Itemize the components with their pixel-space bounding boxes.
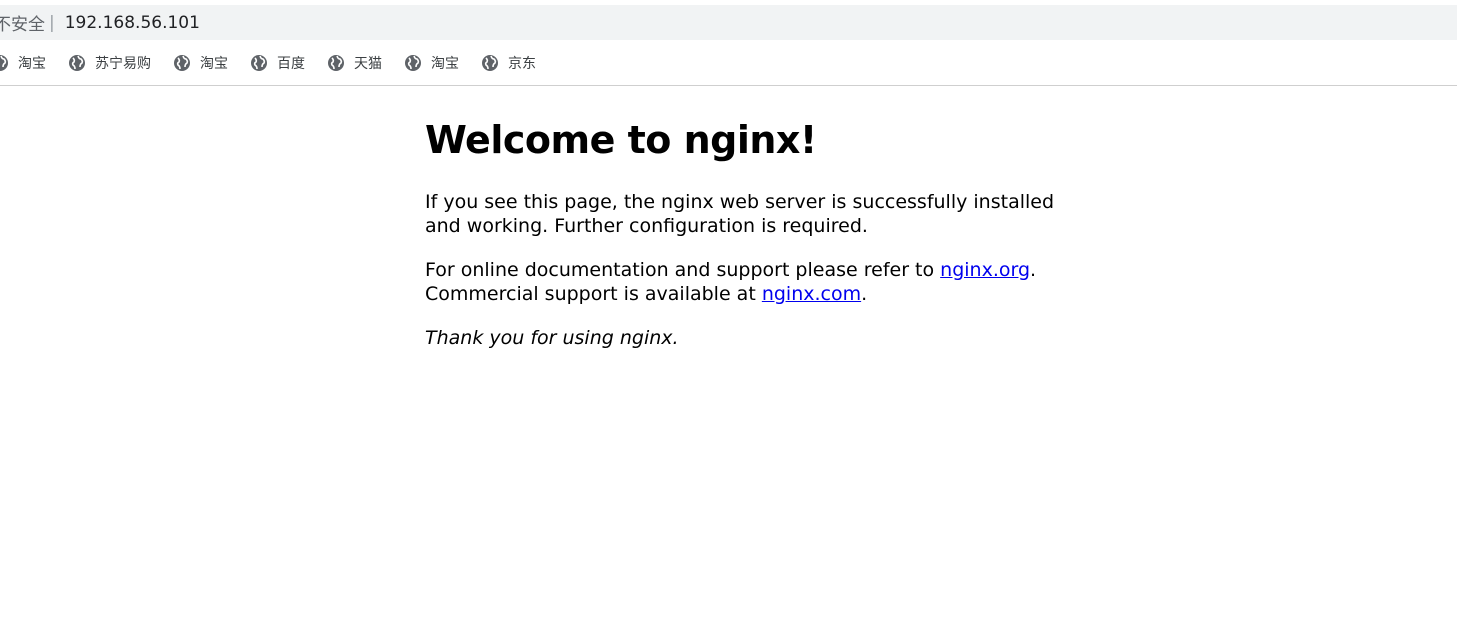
bookmark-label: 京东 — [508, 56, 536, 72]
nginx-org-link[interactable]: nginx.org — [940, 259, 1030, 281]
bookmark-taobao-1[interactable]: 淘宝 — [0, 49, 46, 77]
globe-icon — [404, 54, 422, 72]
bookmark-baidu[interactable]: 百度 — [250, 49, 305, 77]
address-bar[interactable]: 不安全 | 192.168.56.101 — [0, 5, 1457, 40]
bookmark-suning[interactable]: 苏宁易购 — [68, 49, 151, 77]
support-text: For online documentation and support ple… — [425, 259, 941, 281]
globe-icon — [68, 54, 86, 72]
bookmark-label: 淘宝 — [431, 56, 459, 72]
bookmark-tmall[interactable]: 天猫 — [327, 49, 382, 77]
globe-icon — [250, 54, 268, 72]
support-period: . — [1030, 259, 1037, 281]
bookmark-label: 淘宝 — [200, 56, 228, 72]
thank-you-text: Thank you for using nginx. — [425, 327, 679, 349]
bookmark-label: 淘宝 — [18, 56, 46, 72]
intro-paragraph: If you see this page, the nginx web serv… — [425, 191, 1055, 237]
security-indicator[interactable]: 不安全 — [0, 10, 45, 35]
bookmark-label: 苏宁易购 — [95, 56, 151, 72]
globe-icon — [173, 54, 191, 72]
globe-icon — [481, 54, 499, 72]
address-separator: | — [49, 12, 55, 33]
bookmark-label: 百度 — [277, 56, 305, 72]
page-content: Welcome to nginx! If you see this page, … — [425, 86, 1065, 350]
support-paragraph: For online documentation and support ple… — [425, 258, 1065, 306]
page-title: Welcome to nginx! — [425, 118, 817, 162]
commercial-text: Commercial support is available at — [425, 283, 762, 305]
commercial-period: . — [861, 283, 868, 305]
bookmarks-bar: 淘宝 苏宁易购 淘宝 百度 天猫 淘宝 京东 — [0, 43, 1457, 83]
nginx-com-link[interactable]: nginx.com — [762, 283, 861, 305]
globe-icon — [327, 54, 345, 72]
bookmark-label: 天猫 — [354, 56, 382, 72]
url-text[interactable]: 192.168.56.101 — [65, 13, 200, 33]
bookmark-jd[interactable]: 京东 — [481, 49, 536, 77]
globe-icon — [0, 54, 9, 72]
bookmark-taobao-3[interactable]: 淘宝 — [404, 49, 459, 77]
bookmark-taobao-2[interactable]: 淘宝 — [173, 49, 228, 77]
